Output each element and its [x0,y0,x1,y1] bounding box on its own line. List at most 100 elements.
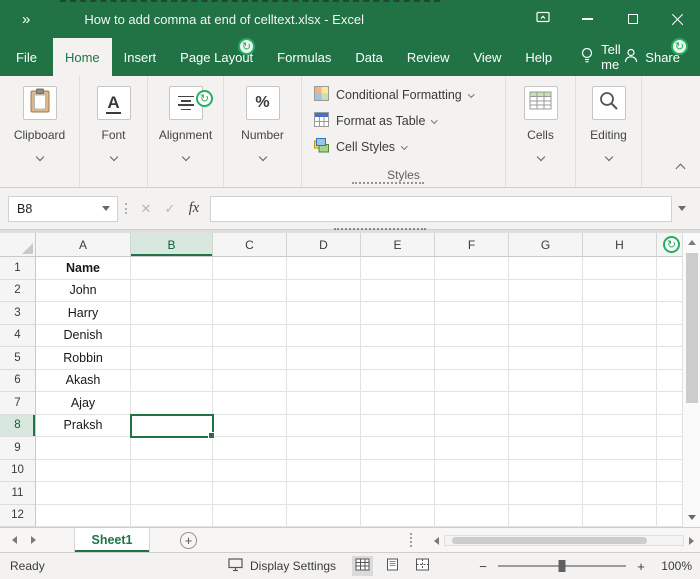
cell-B3[interactable] [131,302,213,325]
tab-review[interactable]: Review [395,38,462,76]
cell-H9[interactable] [583,437,657,460]
cell-H10[interactable] [583,459,657,482]
zoom-slider[interactable] [498,560,626,572]
tab-formulas[interactable]: Formulas [265,38,343,76]
select-all-corner[interactable] [0,233,36,257]
page-layout-view-button[interactable] [382,556,403,576]
column-header-A[interactable]: A [36,233,131,257]
column-header-H[interactable]: H [583,233,657,257]
cell-D1[interactable] [287,257,361,280]
cell-D9[interactable] [287,437,361,460]
cell-B8[interactable] [130,413,215,439]
maximize-button[interactable] [610,0,655,38]
cell-H3[interactable] [583,302,657,325]
name-box-dropdown-icon[interactable] [102,206,110,211]
cell-A1[interactable]: Name [36,257,131,280]
cell-H5[interactable] [583,347,657,370]
cell-H8[interactable] [583,414,657,437]
horizontal-scrollbar-thumb[interactable] [452,537,648,544]
cell-B6[interactable] [131,369,213,392]
sheet-tab-sheet1[interactable]: Sheet1 [74,528,150,552]
cell-E6[interactable] [361,369,435,392]
row-header-11[interactable]: 11 [0,482,36,505]
cell-C12[interactable] [213,504,287,527]
cell-G11[interactable] [509,482,583,505]
cell-A9[interactable] [36,437,131,460]
cell-B4[interactable] [131,324,213,347]
sheet-tab-splitter[interactable] [410,533,412,547]
format-as-table-button[interactable]: Format as Table [314,110,505,131]
cell-F10[interactable] [435,459,509,482]
page-break-view-button[interactable] [412,556,433,576]
font-button[interactable]: A [96,86,131,120]
horizontal-scrollbar-track[interactable] [444,535,684,546]
cell-H12[interactable] [583,504,657,527]
row-header-3[interactable]: 3 [0,302,36,325]
cell-C6[interactable] [213,369,287,392]
tab-insert[interactable]: Insert [112,38,169,76]
cell-F9[interactable] [435,437,509,460]
cell-F8[interactable] [435,414,509,437]
cell-F7[interactable] [435,392,509,415]
name-box[interactable]: B8 [8,195,118,222]
cell-G7[interactable] [509,392,583,415]
number-dropdown-icon[interactable] [258,147,267,165]
cell-A4[interactable]: Denish [36,324,131,347]
cell-D6[interactable] [287,369,361,392]
tab-view[interactable]: View [461,38,513,76]
cell-H4[interactable] [583,324,657,347]
cell-F4[interactable] [435,324,509,347]
ribbon-display-options-button[interactable] [520,0,565,38]
cell-D11[interactable] [287,482,361,505]
cell-E11[interactable] [361,482,435,505]
column-header-F[interactable]: F [435,233,509,257]
cell-G8[interactable] [509,414,583,437]
zoom-slider-thumb[interactable] [558,560,566,572]
cell-D7[interactable] [287,392,361,415]
cell-F12[interactable] [435,504,509,527]
cell-B10[interactable] [131,459,213,482]
alignment-dropdown-icon[interactable] [181,147,190,165]
tell-me-button[interactable]: Tell me [580,38,624,76]
row-header-10[interactable]: 10 [0,459,36,482]
enter-icon[interactable]: ✓ [158,196,182,222]
cell-A7[interactable]: Ajay [36,392,131,415]
row-header-9[interactable]: 9 [0,437,36,460]
sheet-nav-right-icon[interactable] [31,536,36,544]
cells-button[interactable] [523,86,558,120]
normal-view-button[interactable] [352,556,373,576]
scroll-left-icon[interactable] [434,536,439,545]
cell-D2[interactable] [287,279,361,302]
tab-file[interactable]: File [0,38,53,76]
column-header-G[interactable]: G [509,233,583,257]
cell-G2[interactable] [509,279,583,302]
cell-E7[interactable] [361,392,435,415]
cell-A8[interactable]: Praksh [36,414,131,437]
tab-help[interactable]: Help [513,38,564,76]
row-header-8[interactable]: 8 [0,414,36,437]
paste-button[interactable] [22,86,57,120]
cell-E12[interactable] [361,504,435,527]
cell-C3[interactable] [213,302,287,325]
cell-A3[interactable]: Harry [36,302,131,325]
cell-A5[interactable]: Robbin [36,347,131,370]
cell-H1[interactable] [583,257,657,280]
scroll-right-icon[interactable] [689,536,694,545]
minimize-button[interactable] [565,0,610,38]
cell-D12[interactable] [287,504,361,527]
cell-C2[interactable] [213,279,287,302]
cell-C5[interactable] [213,347,287,370]
row-header-12[interactable]: 12 [0,504,36,527]
cell-B2[interactable] [131,279,213,302]
cell-B12[interactable] [131,504,213,527]
cell-H6[interactable] [583,369,657,392]
cell-C8[interactable] [213,414,287,437]
cell-C7[interactable] [213,392,287,415]
row-header-5[interactable]: 5 [0,347,36,370]
cell-G1[interactable] [509,257,583,280]
conditional-formatting-button[interactable]: Conditional Formatting [314,84,505,105]
cell-F3[interactable] [435,302,509,325]
cell-F5[interactable] [435,347,509,370]
formula-bar-expand-icon[interactable] [672,206,692,211]
cell-A6[interactable]: Akash [36,369,131,392]
